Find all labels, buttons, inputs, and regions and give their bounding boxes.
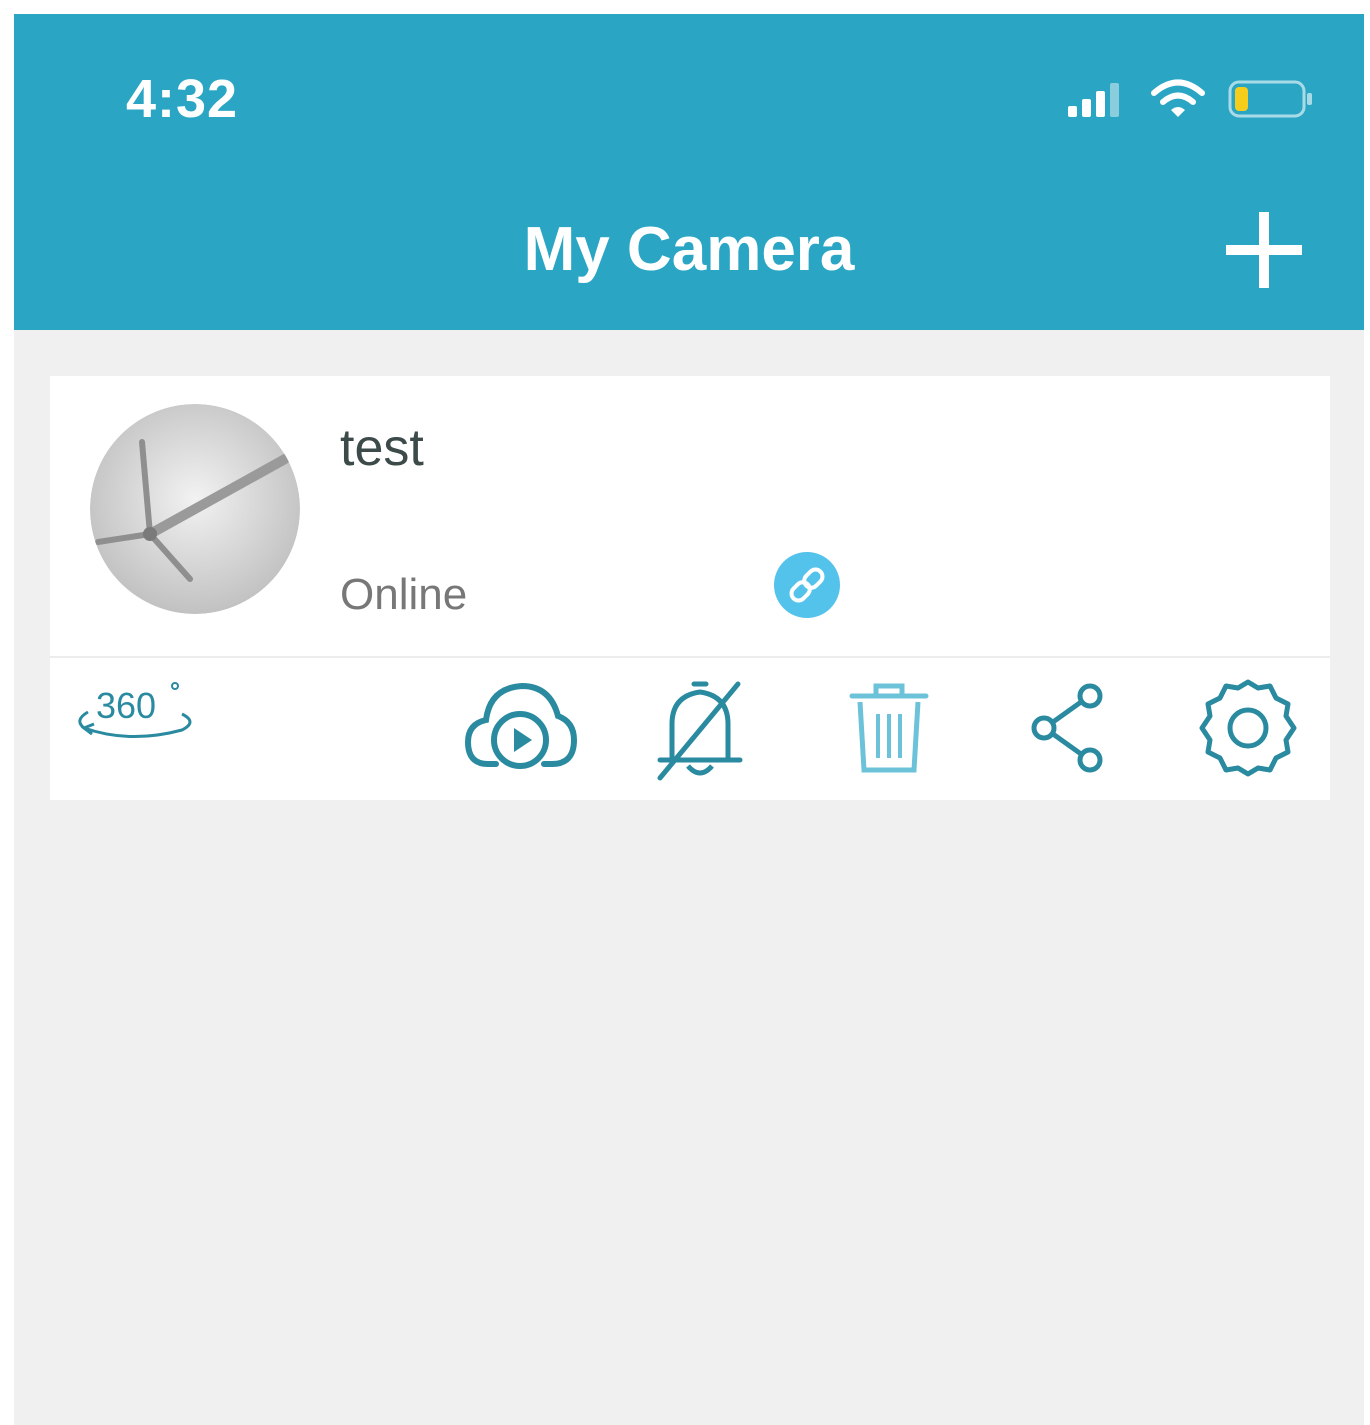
camera-name: test xyxy=(340,419,424,477)
settings-button[interactable] xyxy=(1196,678,1300,778)
status-icons xyxy=(1066,74,1314,124)
camera-thumbnail[interactable] xyxy=(90,404,300,614)
delete-button[interactable] xyxy=(846,678,932,778)
camera-status: Online xyxy=(340,570,468,619)
trash-icon xyxy=(849,683,929,773)
camera-card-info[interactable]: test Online xyxy=(50,376,1330,656)
alarm-off-icon xyxy=(657,681,743,781)
cloud-playback-button[interactable] xyxy=(462,678,578,774)
add-camera-button[interactable] xyxy=(1222,208,1306,292)
header-bar: 4:32 My Camera xyxy=(14,14,1364,330)
cloud-playback-icon xyxy=(464,682,578,769)
wifi-icon xyxy=(1150,78,1206,120)
alarm-off-button[interactable] xyxy=(650,674,750,784)
share-icon xyxy=(1031,683,1103,773)
battery-low-icon xyxy=(1228,78,1314,120)
cellular-signal-icon xyxy=(1066,79,1128,119)
360-label: 360 xyxy=(96,685,156,726)
camera-action-bar: 360 xyxy=(50,658,1330,800)
settings-gear-icon xyxy=(1199,679,1297,777)
share-button[interactable] xyxy=(1026,680,1116,776)
plus-icon xyxy=(1226,212,1302,288)
360-view-button[interactable]: 360 xyxy=(70,672,200,746)
camera-card: test Online 360 xyxy=(50,376,1330,800)
360-view-icon: 360 xyxy=(78,682,192,739)
app-screen: 4:32 My Camera test Online 360 xyxy=(14,14,1364,1425)
status-time: 4:32 xyxy=(126,69,239,129)
page-title: My Camera xyxy=(523,215,855,284)
link-icon[interactable] xyxy=(774,552,840,618)
